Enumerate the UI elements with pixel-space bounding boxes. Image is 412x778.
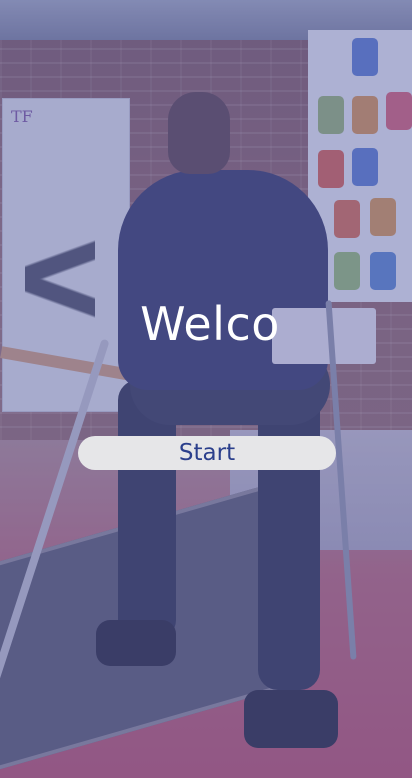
start-button[interactable]: Start bbox=[78, 436, 336, 470]
welcome-screen: TF Welco Start bbox=[0, 0, 412, 778]
background-photo: TF bbox=[0, 0, 412, 778]
blue-tint-overlay bbox=[0, 0, 412, 778]
welcome-title: Welco bbox=[140, 297, 280, 351]
